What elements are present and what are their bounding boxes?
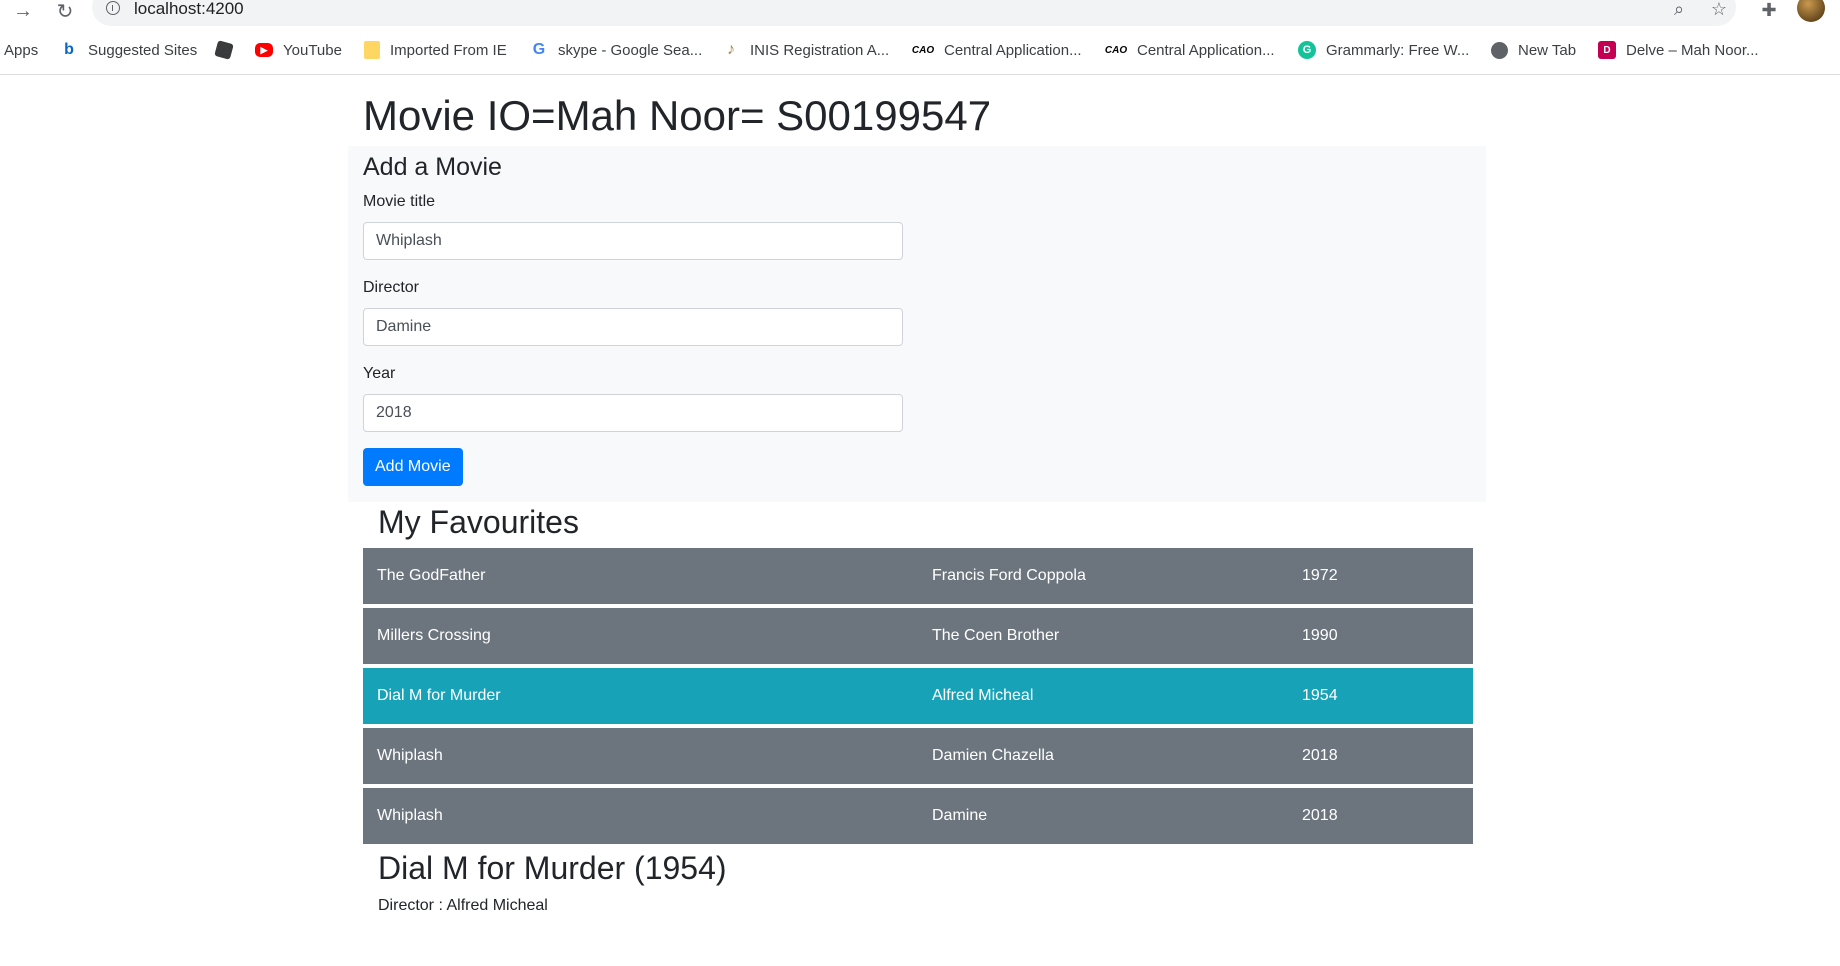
- add-movie-form: Add a Movie Movie title Director Year Ad…: [348, 146, 1486, 502]
- director-input[interactable]: [363, 308, 903, 346]
- bookmark-label: INIS Registration A...: [750, 41, 890, 59]
- bookmarks-bar: Apps b Suggested Sites ▶ YouTube Importe…: [0, 36, 1840, 64]
- movie-title: Dial M for Murder: [377, 687, 501, 704]
- youtube-icon: ▶: [255, 43, 273, 57]
- add-movie-button[interactable]: Add Movie: [363, 448, 463, 486]
- profile-avatar[interactable]: [1797, 0, 1825, 22]
- bookmark-new-tab[interactable]: New Tab: [1491, 36, 1576, 64]
- director-label: Director: [363, 279, 420, 296]
- movie-row[interactable]: Whiplash Damine 2018: [363, 788, 1473, 844]
- roblox-icon: [214, 40, 234, 60]
- movie-director: Damien Chazella: [932, 747, 1054, 764]
- extensions-puzzle-icon[interactable]: ✚: [1758, 0, 1780, 20]
- globe-icon: [1491, 41, 1508, 59]
- bookmark-label: skype - Google Sea...: [558, 41, 703, 59]
- movie-row[interactable]: Whiplash Damien Chazella 2018: [363, 728, 1473, 784]
- movie-title-input[interactable]: [363, 222, 903, 260]
- bookmark-label: Imported From IE: [390, 41, 507, 59]
- site-info-icon[interactable]: [106, 1, 120, 15]
- forward-arrow-icon[interactable]: →: [8, 0, 38, 22]
- selected-movie-director: Director : Alfred Micheal: [378, 897, 548, 914]
- bing-icon: b: [64, 41, 74, 58]
- bookmark-central-application-1[interactable]: CAO Central Application...: [912, 36, 1082, 64]
- year-input[interactable]: [363, 394, 903, 432]
- bookmark-star-icon[interactable]: ☆: [1708, 0, 1730, 18]
- cao-icon: CAO: [911, 44, 935, 56]
- form-heading: Add a Movie: [363, 153, 502, 181]
- bookmark-label: New Tab: [1518, 41, 1577, 59]
- movie-director: Francis Ford Coppola: [932, 567, 1086, 584]
- bookmark-central-application-2[interactable]: CAO Central Application...: [1105, 36, 1275, 64]
- movie-year: 2018: [1302, 747, 1338, 764]
- bookmark-apps[interactable]: Apps: [4, 36, 38, 64]
- url-text[interactable]: localhost:4200: [134, 0, 244, 17]
- bookmark-delve[interactable]: D Delve – Mah Noor...: [1598, 36, 1759, 64]
- address-bar[interactable]: localhost:4200 ⌕ ☆: [92, 0, 1736, 26]
- zoom-icon[interactable]: ⌕: [1668, 0, 1690, 18]
- bookmark-roblox[interactable]: [214, 36, 242, 64]
- cao-icon: CAO: [1104, 44, 1128, 56]
- year-label: Year: [363, 365, 396, 382]
- delve-icon: D: [1598, 41, 1616, 59]
- movie-director: The Coen Brother: [932, 627, 1060, 644]
- selected-movie-title: Dial M for Murder (1954): [378, 850, 727, 886]
- bookmark-skype-google[interactable]: G skype - Google Sea...: [530, 36, 702, 64]
- movie-title: Whiplash: [377, 807, 443, 824]
- grammarly-icon: G: [1298, 41, 1316, 59]
- movie-title-label: Movie title: [363, 193, 436, 210]
- movie-title: Whiplash: [377, 747, 443, 764]
- movie-year: 1954: [1302, 687, 1338, 704]
- movie-row[interactable]: Millers Crossing The Coen Brother 1990: [363, 608, 1473, 664]
- bookmark-label: Central Application...: [1137, 41, 1275, 59]
- movie-title: The GodFather: [377, 567, 486, 584]
- google-icon: G: [532, 41, 546, 58]
- favourites-list: The GodFather Francis Ford Coppola 1972 …: [363, 548, 1473, 848]
- movie-director: Alfred Micheal: [932, 687, 1034, 704]
- favourites-heading: My Favourites: [378, 504, 579, 540]
- movie-year: 2018: [1302, 807, 1338, 824]
- bookmark-imported-from-ie[interactable]: Imported From IE: [364, 36, 507, 64]
- bookmark-label: Central Application...: [944, 41, 1082, 59]
- bookmark-inis-registration[interactable]: ♪ INIS Registration A...: [722, 36, 889, 64]
- folder-icon: [364, 41, 380, 59]
- movie-row[interactable]: Dial M for Murder Alfred Micheal 1954: [363, 668, 1473, 724]
- bookmark-label: Apps: [4, 41, 39, 59]
- movie-year: 1990: [1302, 627, 1338, 644]
- bookmark-label: Suggested Sites: [88, 41, 198, 59]
- reload-icon[interactable]: ↻: [50, 0, 80, 23]
- movie-year: 1972: [1302, 567, 1338, 584]
- movie-director: Damine: [932, 807, 988, 824]
- bookmark-grammarly[interactable]: G Grammarly: Free W...: [1298, 36, 1469, 64]
- bookmark-suggested-sites[interactable]: b Suggested Sites: [60, 36, 197, 64]
- movie-row[interactable]: The GodFather Francis Ford Coppola 1972: [363, 548, 1473, 604]
- browser-chrome: → ↻ localhost:4200 ⌕ ☆ ✚ Apps b Suggeste…: [0, 0, 1840, 75]
- movie-title: Millers Crossing: [377, 627, 491, 644]
- bookmark-label: Grammarly: Free W...: [1326, 41, 1470, 59]
- harp-icon: ♪: [727, 41, 735, 58]
- bookmark-label: Delve – Mah Noor...: [1626, 41, 1759, 59]
- page-title: Movie IO=Mah Noor= S00199547: [363, 92, 992, 139]
- browser-toolbar: → ↻ localhost:4200 ⌕ ☆ ✚: [0, 0, 1840, 26]
- bookmark-label: YouTube: [283, 41, 342, 59]
- bookmark-youtube[interactable]: ▶ YouTube: [255, 36, 342, 64]
